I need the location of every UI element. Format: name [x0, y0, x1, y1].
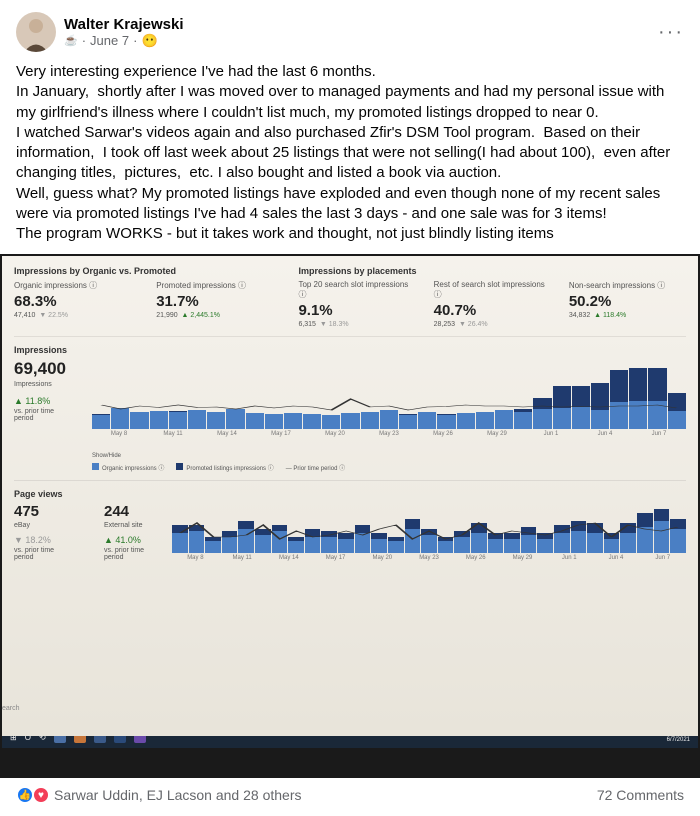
section-title: Page views: [14, 489, 154, 499]
comment-count[interactable]: 72 Comments: [597, 787, 684, 803]
metric-value: 68.3%: [14, 293, 138, 310]
search-fragment: earch: [2, 705, 20, 712]
post-date[interactable]: June 7: [90, 33, 129, 48]
post-meta: ☕ · June 7 · 😶: [64, 33, 184, 49]
pageviews-chart: May 8May 11May 14May 17May 20May 23May 2…: [172, 493, 686, 573]
post-footer: 👍 ♥ Sarwar Uddin, EJ Lacson and 28 other…: [16, 778, 684, 804]
metric-label: Promoted impressions ⓘ: [156, 280, 280, 291]
author-name[interactable]: Walter Krajewski: [64, 16, 184, 33]
metric-label: Organic impressions ⓘ: [14, 280, 138, 291]
metric-label: Rest of search slot impressions ⓘ: [434, 280, 551, 300]
section-title: Impressions: [14, 345, 74, 355]
metric-value: 69,400: [14, 359, 74, 379]
post-body: Very interesting experience I've had the…: [16, 62, 684, 244]
privacy-icon[interactable]: 😶: [141, 33, 157, 49]
post-header: Walter Krajewski ☕ · June 7 · 😶 ···: [16, 12, 684, 52]
section-title: Impressions by placements: [298, 266, 686, 276]
reaction-names[interactable]: Sarwar Uddin, EJ Lacson and 28 others: [54, 787, 301, 803]
metric-label: Non-search impressions ⓘ: [569, 280, 686, 291]
section-title: Impressions by Organic vs. Promoted: [14, 266, 280, 276]
metric-value: 40.7%: [434, 302, 551, 319]
reactions[interactable]: 👍 ♥ Sarwar Uddin, EJ Lacson and 28 other…: [16, 786, 301, 804]
metric-value: 50.2%: [569, 293, 686, 310]
metric-value: 31.7%: [156, 293, 280, 310]
dashboard-screenshot: Impressions by Organic vs. Promoted Orga…: [2, 256, 698, 736]
badge-icon: ☕: [64, 34, 78, 47]
more-button[interactable]: ···: [658, 21, 684, 44]
attached-photo[interactable]: Impressions by Organic vs. Promoted Orga…: [0, 254, 700, 778]
metric-value: 9.1%: [298, 302, 415, 319]
avatar[interactable]: [16, 12, 56, 52]
impressions-chart: May 8May 11May 14May 17May 20May 23May 2…: [92, 349, 686, 449]
metric-value: 244: [104, 503, 154, 520]
love-icon: ♥: [32, 786, 50, 804]
metric-label: Top 20 search slot impressions ⓘ: [298, 280, 415, 300]
metric-value: 475: [14, 503, 64, 520]
